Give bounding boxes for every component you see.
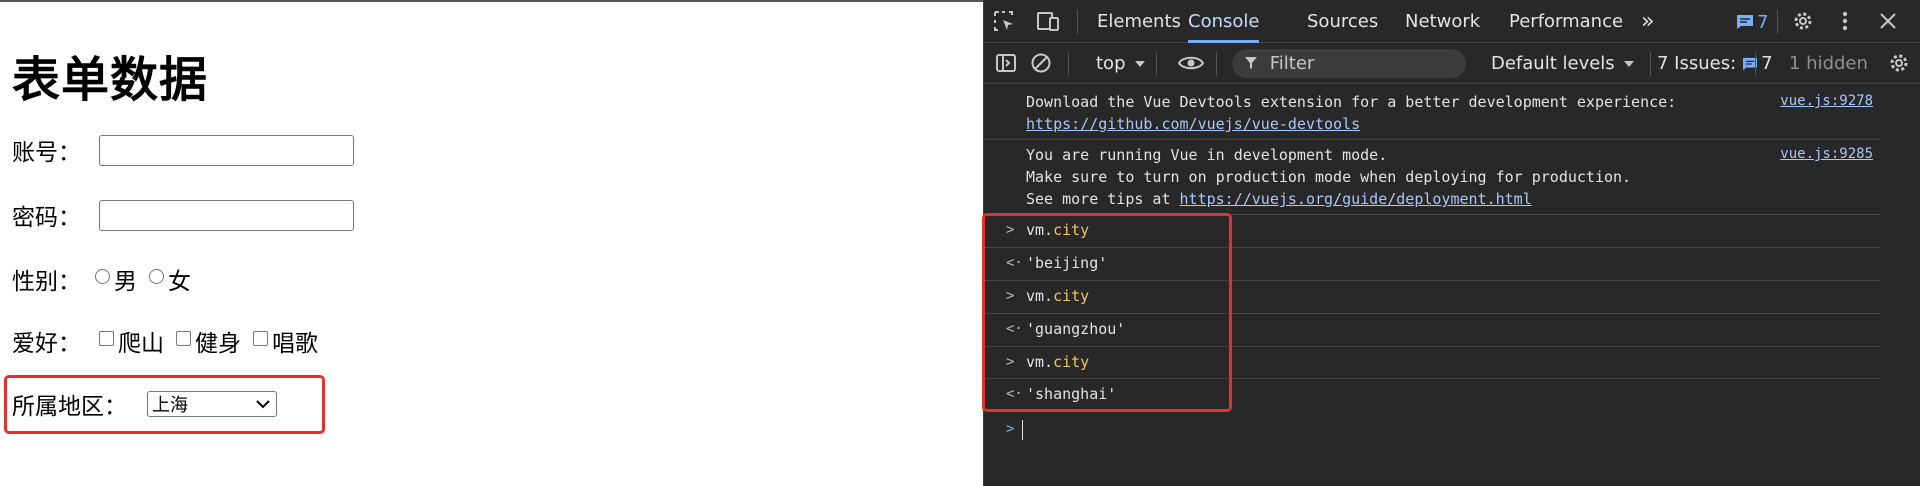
console-prompt[interactable]: > (984, 414, 1880, 446)
devtools-panel: Elements Console Sources Network Perform… (982, 0, 1920, 486)
log-message: You are running Vue in development mode.… (1026, 144, 1860, 210)
tabbar-divider (1077, 10, 1078, 34)
tab-elements[interactable]: Elements (1097, 0, 1181, 43)
clear-console-icon[interactable] (1028, 50, 1054, 76)
log-text: Download the Vue Devtools extension for … (1026, 93, 1677, 111)
tab-console[interactable]: Console (1188, 0, 1260, 43)
tab-performance[interactable]: Performance (1509, 0, 1623, 43)
close-icon[interactable] (1875, 8, 1901, 34)
filter-placeholder: Filter (1269, 53, 1315, 74)
gender-male-label: 男 (114, 269, 137, 295)
more-tabs-button[interactable]: » (1641, 0, 1654, 43)
caret-down-icon (1623, 60, 1634, 67)
filter-icon (1245, 57, 1257, 69)
toolbar-divider (1068, 52, 1069, 76)
webpage: 表单数据 账号： 密码： 性别： 男 女 爱好： 爬山 健身 唱歌 所属地区： … (0, 0, 983, 486)
console-settings-gear-icon[interactable] (1886, 50, 1912, 76)
tabbar-divider (1777, 10, 1778, 34)
password-label: 密码： (12, 205, 81, 231)
prompt-chevron-icon: > (1006, 421, 1015, 437)
message-icon (1737, 15, 1753, 29)
log-text: See more tips at (1026, 190, 1180, 208)
log-levels-label: Default levels (1491, 53, 1615, 74)
toolbar-divider (1650, 52, 1651, 76)
context-selector[interactable]: top (1096, 43, 1146, 84)
log-link[interactable]: https://github.com/vuejs/vue-devtools (1026, 115, 1360, 133)
messages-count: 7 (1757, 11, 1769, 33)
sidebar-toggle-icon[interactable] (993, 50, 1019, 76)
log-separator (984, 139, 1880, 140)
caret-down-icon (1134, 60, 1145, 67)
tab-network[interactable]: Network (1405, 0, 1480, 43)
hobby-singing-checkbox[interactable] (253, 330, 268, 346)
gender-row: 性别： 男 女 (12, 259, 197, 299)
console-toolbar: top Filter Default levels 7 Issues: 7 1 … (984, 43, 1920, 84)
gender-label: 性别： (12, 269, 81, 295)
account-input[interactable] (99, 134, 354, 166)
toolbar-divider (1156, 52, 1157, 76)
log-text: You are running Vue in development mode. (1026, 146, 1388, 164)
hidden-count: 1 hidden (1789, 53, 1868, 74)
eye-icon[interactable] (1178, 50, 1204, 76)
hobby-label: 爱好： (12, 331, 81, 357)
devtools-tabbar: Elements Console Sources Network Perform… (984, 0, 1920, 43)
hobby-climbing-label: 爬山 (118, 331, 164, 357)
more-options-icon[interactable] (1832, 8, 1858, 34)
hobby-row: 爱好： 爬山 健身 唱歌 (12, 321, 324, 361)
text-cursor (1022, 420, 1023, 440)
log-levels-dropdown[interactable]: Default levels (1491, 43, 1635, 84)
gender-female-radio[interactable] (149, 268, 164, 284)
gender-male-radio[interactable] (95, 268, 110, 284)
log-message: Download the Vue Devtools extension for … (1026, 91, 1860, 135)
page-title: 表单数据 (12, 52, 209, 108)
issues-count: 7 (1761, 53, 1773, 74)
log-link[interactable]: https://vuejs.org/guide/deployment.html (1180, 190, 1532, 208)
filter-input[interactable]: Filter (1232, 49, 1466, 78)
log-source-link[interactable]: vue.js:9285 (1780, 146, 1873, 162)
issues-label: 7 Issues: (1657, 53, 1737, 74)
region-highlight-box (4, 375, 325, 434)
hobby-singing-label: 唱歌 (272, 331, 318, 357)
inspect-element-icon[interactable] (991, 8, 1017, 34)
console-output: Download the Vue Devtools extension for … (982, 85, 1920, 486)
log-text: Make sure to turn on production mode whe… (1026, 168, 1632, 186)
hobby-climbing-checkbox[interactable] (99, 330, 114, 346)
password-input[interactable] (99, 199, 354, 231)
hobby-fitness-checkbox[interactable] (176, 330, 191, 346)
console-highlight-box (982, 213, 1232, 412)
context-value: top (1096, 53, 1126, 74)
tab-sources[interactable]: Sources (1307, 0, 1378, 43)
password-row: 密码： (12, 195, 354, 235)
toolbar-divider (1755, 52, 1756, 76)
log-source-link[interactable]: vue.js:9278 (1780, 93, 1873, 109)
toolbar-divider (1216, 52, 1217, 76)
account-row: 账号： (12, 130, 354, 170)
device-toolbar-icon[interactable] (1035, 8, 1061, 34)
account-label: 账号： (12, 140, 81, 166)
messages-badge[interactable]: 7 (1736, 10, 1768, 34)
hobby-fitness-label: 健身 (195, 331, 241, 357)
gear-icon[interactable] (1790, 8, 1816, 34)
gender-female-label: 女 (168, 269, 191, 295)
